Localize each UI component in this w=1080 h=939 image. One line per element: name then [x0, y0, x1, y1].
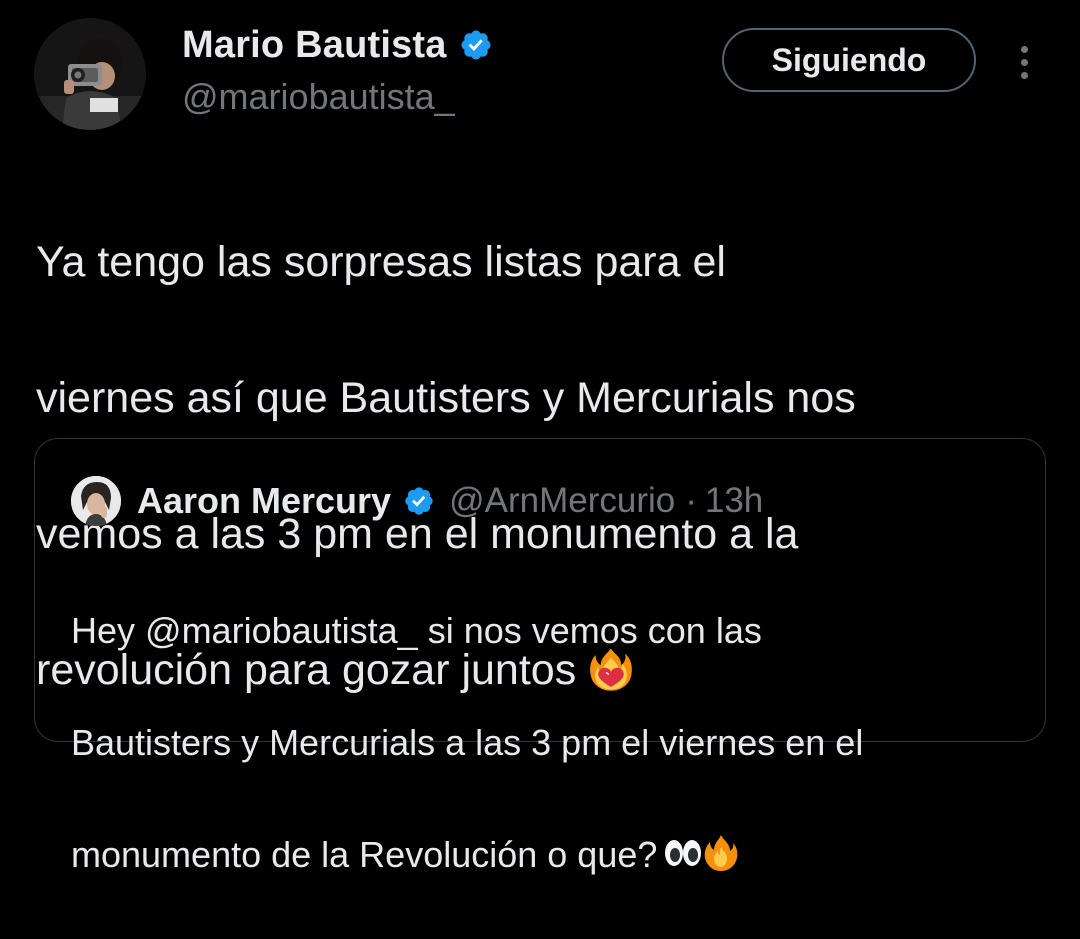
quoted-separator: · — [685, 481, 697, 520]
more-vertical-icon-dot-3 — [1020, 71, 1028, 79]
quoted-text-line-3-row: monumento de la Revolución o que? — [71, 827, 1021, 883]
quoted-author-avatar[interactable] — [71, 476, 121, 526]
verified-badge-icon[interactable] — [403, 485, 435, 517]
more-vertical-icon-dot-2 — [1020, 58, 1028, 66]
author-avatar[interactable] — [34, 18, 146, 130]
quoted-tweet-text: Hey @mariobautista_ si nos vemos con las… — [71, 547, 1021, 939]
quoted-text-line-1: Hey @mariobautista_ si nos vemos con las — [71, 610, 762, 651]
profile-photo-camera-icon — [34, 18, 146, 130]
more-vertical-icon — [1020, 45, 1028, 53]
quoted-author-name[interactable]: Aaron Mercury — [137, 480, 391, 522]
fire-emoji-icon — [705, 835, 738, 871]
following-button[interactable]: Siguiendo — [722, 28, 976, 92]
author-name-row: Mario Bautista — [182, 22, 493, 68]
quoted-timestamp[interactable]: 13h — [705, 481, 763, 521]
quoted-text-line-2: Bautisters y Mercurials a las 3 pm el vi… — [71, 722, 864, 763]
tweet-text-line-2: viernes así que Bautisters y Mercurials … — [36, 374, 856, 422]
quoted-tweet-header: Aaron Mercury @ArnMercurio · 13h — [71, 475, 763, 527]
verified-badge-icon[interactable] — [459, 28, 493, 62]
author-handle[interactable]: @mariobautista_ — [182, 76, 455, 118]
quoted-author-handle[interactable]: @ArnMercurio — [449, 481, 675, 521]
author-name[interactable]: Mario Bautista — [182, 24, 447, 67]
quoted-text-line-3: monumento de la Revolución o que? — [71, 834, 658, 875]
eyes-emoji-icon — [665, 840, 702, 866]
more-options-button[interactable] — [1006, 38, 1042, 86]
quoted-tweet-card[interactable]: Aaron Mercury @ArnMercurio · 13h Hey @ma… — [34, 438, 1046, 875]
tweet-text-line-1: Ya tengo las sorpresas listas para el — [36, 238, 726, 286]
profile-photo-icon — [71, 476, 121, 526]
